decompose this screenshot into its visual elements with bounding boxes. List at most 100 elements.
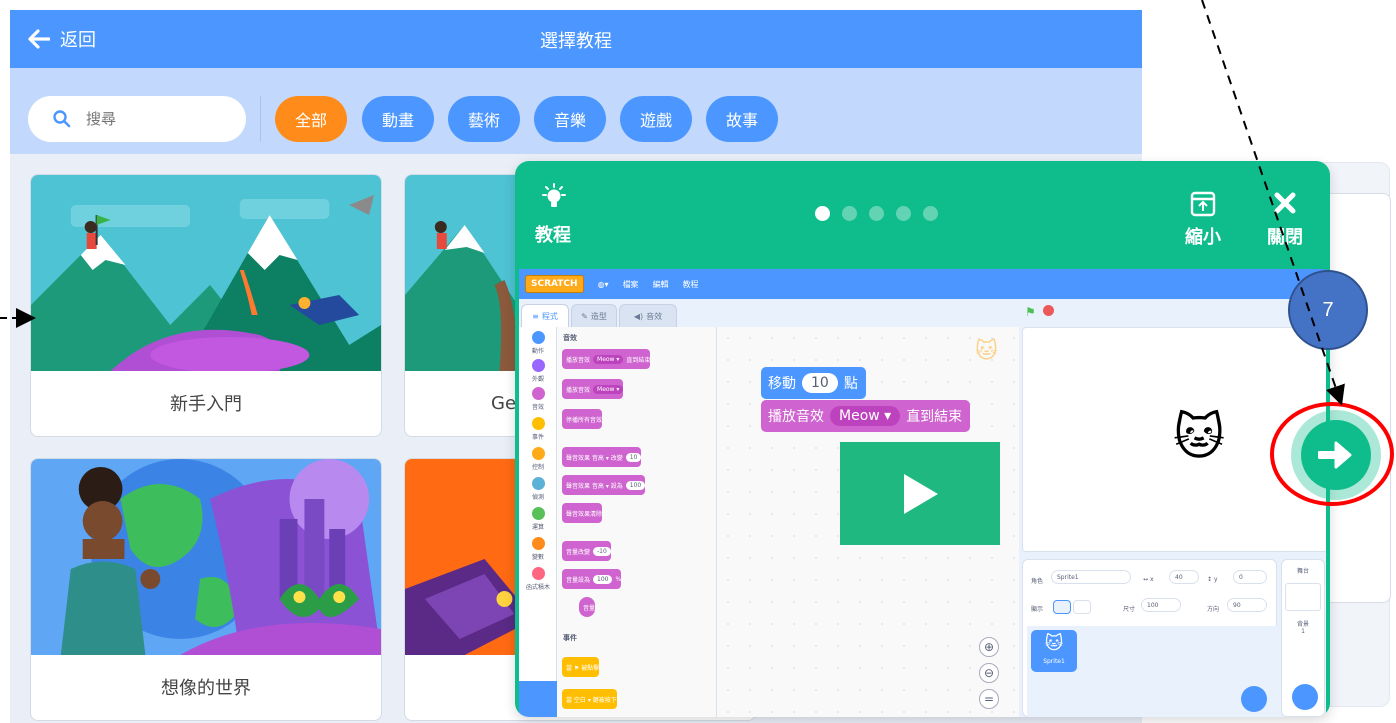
stop-icon (1043, 305, 1054, 316)
editor-menu-bar: SCRATCH ◍▾ 檔案 編輯 教程 (519, 269, 1326, 299)
stage-panel: ⚑ 🐱 角色 Sprite1 ↔ x 40 ↕ y 0 顯示 尺寸 100 方向… (1019, 299, 1326, 717)
library-header: 返回 選擇教程 (10, 10, 1142, 68)
sprite-thumbnail: 🐱 Sprite1 (1031, 630, 1077, 672)
menu-file: 檔案 (622, 279, 639, 289)
palette-event-block: 當 空白 ▾ 鍵被按下 (562, 689, 617, 709)
category-label: 函式積木 (525, 584, 550, 591)
close-icon (1274, 192, 1296, 214)
tab-label: 音效 (646, 311, 663, 321)
shrink-label: 縮小 (1185, 227, 1221, 248)
category-sound: 音效 (519, 387, 557, 411)
sprite-name-field: Sprite1 (1051, 570, 1131, 584)
category-operators: 運算 (519, 507, 557, 531)
category-looks: 外觀 (519, 359, 557, 383)
step-dot[interactable] (869, 206, 884, 221)
brush-icon: ✎ (581, 311, 588, 321)
palette-block: 音量設為 100% (562, 569, 622, 589)
size-field: 100 (1141, 598, 1181, 612)
category-label: 運算 (531, 524, 544, 531)
x-field: 40 (1169, 570, 1199, 584)
y-label: ↕ y (1207, 576, 1218, 583)
category-label: 音效 (531, 404, 544, 411)
search-box[interactable] (28, 96, 246, 142)
category-label: 變數 (531, 554, 544, 561)
step-dot[interactable] (815, 206, 830, 221)
lightbulb-icon (537, 183, 571, 217)
page-title: 選擇教程 (540, 31, 612, 52)
zoom-out-icon: ⊖ (979, 663, 999, 683)
filter-divider (260, 96, 261, 142)
filter-chip-animation[interactable]: 動畫 (362, 96, 434, 142)
getting-started-thumbnail (31, 175, 381, 371)
editor-tab-code: ≡ 程式 (521, 304, 569, 327)
events-section-header: 事件 (563, 634, 577, 642)
step-dot[interactable] (896, 206, 911, 221)
cat-sprite: 🐱 (1173, 408, 1226, 466)
category-events: 事件 (519, 417, 557, 441)
eye-icon (1053, 600, 1071, 614)
tutorial-card-imagine-world[interactable]: 想像的世界 (30, 458, 382, 721)
filter-chip-music[interactable]: 音樂 (534, 96, 606, 142)
move-block: 移動 10 點 (761, 367, 866, 399)
step-number-marker: 7 (1288, 270, 1368, 350)
shrink-button[interactable]: 縮小 (1185, 189, 1221, 249)
filter-chip-art[interactable]: 藝術 (448, 96, 520, 142)
next-step-button[interactable] (1291, 410, 1381, 500)
filter-chip-all[interactable]: 全部 (275, 96, 347, 142)
palette-block: 聲音效果 音高 ▾ 設為 100 (562, 475, 646, 495)
shrink-icon (1190, 191, 1216, 217)
speaker-icon: ◀) (633, 311, 644, 321)
sprite-name-label: 角色 (1031, 578, 1044, 585)
sprite-info-panel: 角色 Sprite1 ↔ x 40 ↕ y 0 顯示 尺寸 100 方向 90 … (1022, 559, 1278, 717)
category-label: 外觀 (531, 376, 544, 383)
category-my-blocks: 函式積木 (519, 567, 557, 591)
stage-thumbnail (1285, 583, 1321, 611)
sprite-ghost-icon: 🐱 (975, 339, 998, 364)
size-label: 尺寸 (1123, 606, 1136, 613)
video-play-button[interactable] (840, 442, 1000, 545)
sprite-thumb-label: Sprite1 (1043, 658, 1065, 665)
play-sound-until-done-block: 播放音效 Meow ▾ 直到結束 (761, 400, 971, 432)
sound-section-header: 音效 (563, 334, 577, 342)
backdrop-label: 背景 (1296, 621, 1309, 628)
palette-block: 播放音效 Meow ▾ 直到結束 (562, 349, 651, 369)
tab-label: 造型 (590, 311, 607, 321)
category-label: 事件 (531, 434, 544, 441)
sprite-list: 🐱 Sprite1 (1027, 626, 1278, 717)
step-dot[interactable] (923, 206, 938, 221)
extension-button (519, 681, 557, 717)
tutorial-title: 教程 (535, 225, 571, 246)
stage-title: 舞台 (1296, 568, 1309, 575)
close-button[interactable]: 關閉 (1267, 189, 1303, 249)
stage-canvas: 🐱 (1022, 327, 1326, 552)
green-flag-icon: ⚑ (1025, 305, 1036, 319)
imagine-world-thumbnail (31, 459, 381, 655)
play-icon (904, 473, 938, 514)
x-label: ↔ x (1143, 576, 1154, 583)
block-categories: 動作 外觀 音效 事件 控制 偵測 運算 變數 函式積木 (519, 327, 557, 717)
filter-chip-stories[interactable]: 故事 (706, 96, 778, 142)
add-backdrop-icon (1292, 684, 1318, 710)
show-label: 顯示 (1031, 606, 1044, 613)
zoom-reset-icon: = (979, 689, 999, 709)
palette-block: 聲音效果清除 (562, 503, 603, 523)
category-label: 控制 (531, 464, 544, 471)
direction-label: 方向 (1207, 606, 1220, 613)
category-motion: 動作 (519, 331, 557, 355)
filter-chip-games[interactable]: 遊戲 (620, 96, 692, 142)
category-label: 偵測 (531, 494, 544, 501)
next-button-core (1301, 420, 1371, 490)
step-dot[interactable] (842, 206, 857, 221)
arrow-right-icon (1318, 441, 1352, 469)
add-sprite-icon (1241, 686, 1267, 712)
tutorial-card-getting-started[interactable]: 新手入門 (30, 174, 382, 437)
block-palette: 音效 播放音效 Meow ▾ 直到結束 播放音效 Meow ▾ 停播所有音效 聲音效果… (557, 327, 717, 717)
zoom-controls: ⊕ ⊖ = (979, 637, 999, 709)
search-icon (53, 110, 71, 128)
search-input[interactable] (86, 110, 216, 128)
y-field: 0 (1233, 570, 1267, 584)
category-control: 控制 (519, 447, 557, 471)
step-indicator (815, 206, 938, 221)
stage-selector: 舞台 背景 1 (1281, 559, 1325, 717)
tab-label: 程式 (541, 311, 558, 321)
